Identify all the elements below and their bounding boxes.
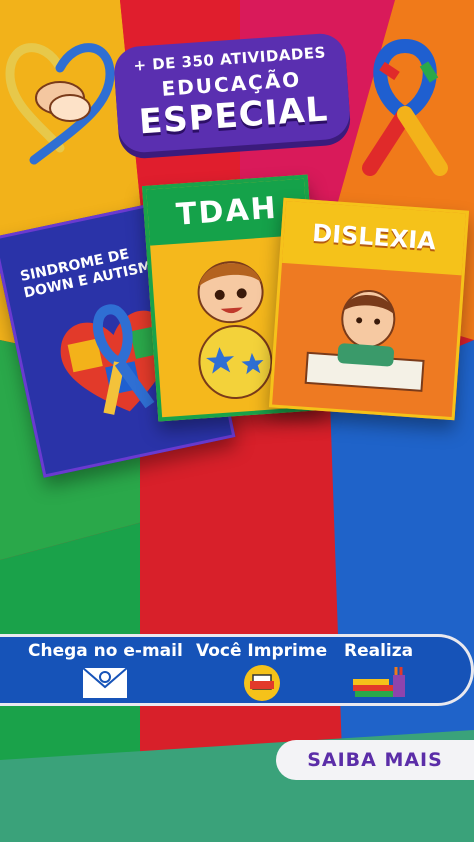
step-do: Realiza (344, 641, 413, 699)
step-print-label: Você Imprime (196, 641, 328, 661)
saiba-mais-button[interactable]: SAIBA MAIS (276, 740, 474, 780)
title-badge: + DE 350 ATIVIDADES EDUCAÇÃO ESPECIAL (112, 32, 352, 154)
step-email-label: Chega no e-mail (28, 641, 183, 661)
step-email: Chega no e-mail (28, 641, 183, 699)
puzzle-ribbon-icon (362, 38, 448, 176)
step-print: Você Imprime (196, 641, 327, 701)
steps-banner: Chega no e-mail Você Imprime Realiza (0, 634, 474, 706)
step-do-label: Realiza (344, 641, 414, 661)
card-dislexia: DISLEXIA (268, 197, 470, 421)
printer-icon (243, 665, 280, 701)
email-icon (82, 667, 129, 698)
boy-reading-icon (304, 289, 425, 392)
books-pencils-icon (352, 667, 405, 697)
heart-hands-icon (5, 43, 115, 165)
